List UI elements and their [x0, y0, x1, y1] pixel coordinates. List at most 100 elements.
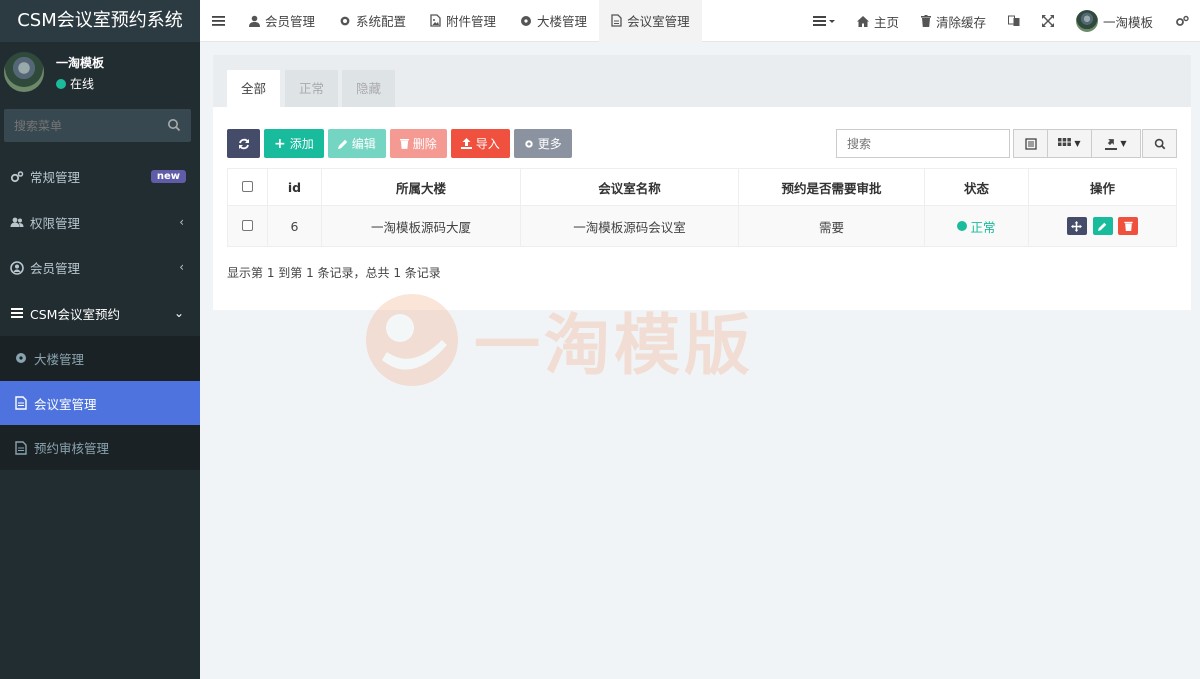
tab-attachments[interactable]: 附件管理 [418, 0, 508, 42]
cogs-icon [10, 170, 24, 184]
trash-icon [1124, 221, 1133, 231]
file-text-icon [14, 396, 28, 410]
column-header: 操作 [1028, 168, 1177, 206]
tab-label: 系统配置 [356, 14, 407, 29]
sidebar-toggle[interactable] [200, 0, 237, 42]
columns-dropdown[interactable]: ▼ [1047, 129, 1092, 158]
chevron-left-icon: ‹ [179, 260, 184, 274]
sidebar-item-buildings[interactable]: 大楼管理 [0, 336, 200, 381]
row-delete-button[interactable] [1118, 217, 1139, 235]
home-link[interactable]: 主页 [846, 0, 910, 42]
file-text-icon [611, 14, 622, 27]
tab-buildings[interactable]: 大楼管理 [508, 0, 599, 42]
clear-cache-button[interactable]: 清除缓存 [910, 0, 997, 42]
toggle-view-button[interactable] [1013, 129, 1048, 158]
dashboard-icon [521, 15, 532, 26]
filter-tabs: 全部 正常 隐藏 [213, 55, 1191, 107]
select-all-checkbox[interactable] [242, 180, 253, 192]
sidebar-item-members[interactable]: 会员管理 ‹ [0, 245, 200, 291]
add-button[interactable]: + 添加 [264, 129, 324, 158]
pagination-info: 显示第 1 到第 1 条记录，总共 1 条记录 [227, 266, 441, 280]
delete-button[interactable]: 删除 [389, 129, 447, 158]
caret-down-icon: ▼ [1074, 139, 1081, 148]
toolbar: + 添加 编辑 删除 导入 更多 [227, 129, 572, 158]
sidebar-item-label: CSM会议室预约 [30, 306, 120, 322]
user-menu-name: 一淘模板 [1102, 14, 1153, 30]
online-dot-icon [56, 78, 66, 89]
tab-rooms[interactable]: 会议室管理 [599, 0, 702, 42]
top-navbar-right: 主页 清除缓存 一淘模板 [802, 0, 1200, 42]
sidebar-item-label: 大楼管理 [34, 351, 85, 367]
sidebar-item-general[interactable]: 常规管理 new [0, 154, 200, 200]
column-header[interactable]: id [267, 168, 322, 206]
table-row[interactable]: 6 一淘模板源码大厦 一淘模板源码会议室 需要 正常 [227, 205, 1177, 247]
sidebar-item-approvals[interactable]: 预约审核管理 [0, 425, 200, 470]
sidebar: CSM会议室预约系统 一淘模板 在线 常规管理 new 权限管理 ‹ 会员管理 … [0, 0, 200, 679]
user-icon [249, 15, 260, 27]
user-menu[interactable]: 一淘模板 [1065, 0, 1164, 42]
more-button[interactable]: 更多 [513, 129, 572, 158]
content-panel: 全部 正常 隐藏 + 添加 编辑 删除 导入 更多 搜索 ▼ ▼ id 所属大楼… [213, 55, 1191, 310]
chevron-left-icon: ‹ [179, 214, 184, 229]
status-label: 正常 [970, 219, 996, 235]
tab-label: 会议室管理 [627, 14, 690, 29]
tab-members[interactable]: 会员管理 [237, 0, 327, 42]
row-edit-button[interactable] [1092, 217, 1113, 235]
tab-normal[interactable]: 正常 [285, 70, 339, 107]
sidebar-item-auth[interactable]: 权限管理 ‹ [0, 200, 200, 246]
translate-button[interactable] [997, 0, 1031, 42]
sidebar-menu: 常规管理 new 权限管理 ‹ 会员管理 ‹ CSM会议室预约 ⌄ 大楼管理 会… [0, 154, 200, 471]
user-name: 一淘模板 [56, 56, 105, 70]
user-status-label: 在线 [70, 77, 95, 91]
sidebar-item-rooms[interactable]: 会议室管理 [0, 380, 200, 426]
sidebar-item-label: 会员管理 [30, 261, 81, 277]
sidebar-search-input[interactable] [4, 109, 154, 142]
cell-room: 一淘模板源码会议室 [520, 205, 739, 247]
sidebar-item-csm[interactable]: CSM会议室预约 ⌄ [0, 291, 200, 337]
edit-label: 编辑 [351, 137, 376, 151]
search-icon[interactable] [167, 118, 181, 132]
sidebar-search [4, 109, 191, 142]
trash-icon [920, 15, 931, 27]
export-dropdown[interactable]: ▼ [1091, 129, 1141, 158]
refresh-button[interactable] [227, 129, 260, 158]
tab-label: 附件管理 [446, 14, 497, 29]
search-icon [1154, 138, 1165, 149]
user-panel: 一淘模板 在线 [0, 42, 200, 108]
import-label: 导入 [475, 137, 500, 151]
table-search-input[interactable] [836, 129, 1010, 158]
app-title[interactable]: CSM会议室预约系统 [0, 0, 200, 42]
search-toggle-button[interactable] [1142, 129, 1177, 158]
tab-system-config[interactable]: 系统配置 [327, 0, 418, 42]
home-label: 主页 [873, 14, 899, 30]
avatar [4, 52, 44, 92]
tab-hidden[interactable]: 隐藏 [342, 70, 396, 107]
import-button[interactable]: 导入 [450, 129, 510, 158]
row-checkbox[interactable] [242, 219, 253, 231]
cell-approval: 需要 [738, 205, 925, 247]
settings-button[interactable] [1164, 0, 1200, 42]
cell-status: 正常 [924, 205, 1029, 247]
column-header[interactable]: 会议室名称 [520, 168, 739, 206]
status-badge[interactable]: 正常 [957, 217, 996, 236]
plus-icon: + [274, 135, 286, 152]
column-header[interactable]: 预约是否需要审批 [738, 168, 925, 206]
edit-button[interactable]: 编辑 [327, 129, 386, 158]
cell-building: 一淘模板源码大厦 [321, 205, 521, 247]
pencil-icon [1098, 222, 1107, 231]
cell-id: 6 [267, 205, 322, 247]
language-icon [1007, 15, 1020, 26]
tab-all[interactable]: 全部 [227, 70, 281, 107]
upload-icon [460, 138, 472, 149]
drag-button[interactable] [1066, 217, 1087, 235]
hamburger-icon[interactable] [212, 15, 225, 27]
user-circle-icon [10, 260, 24, 275]
clear-cache-label: 清除缓存 [935, 14, 986, 30]
column-header[interactable]: 所属大楼 [321, 168, 521, 206]
fullscreen-button[interactable] [1031, 0, 1065, 42]
tabs-menu-dropdown[interactable] [802, 0, 846, 42]
list-icon [10, 306, 24, 320]
row-select-cell [227, 205, 268, 247]
column-header[interactable]: 状态 [924, 168, 1029, 206]
gear-icon [525, 139, 533, 148]
